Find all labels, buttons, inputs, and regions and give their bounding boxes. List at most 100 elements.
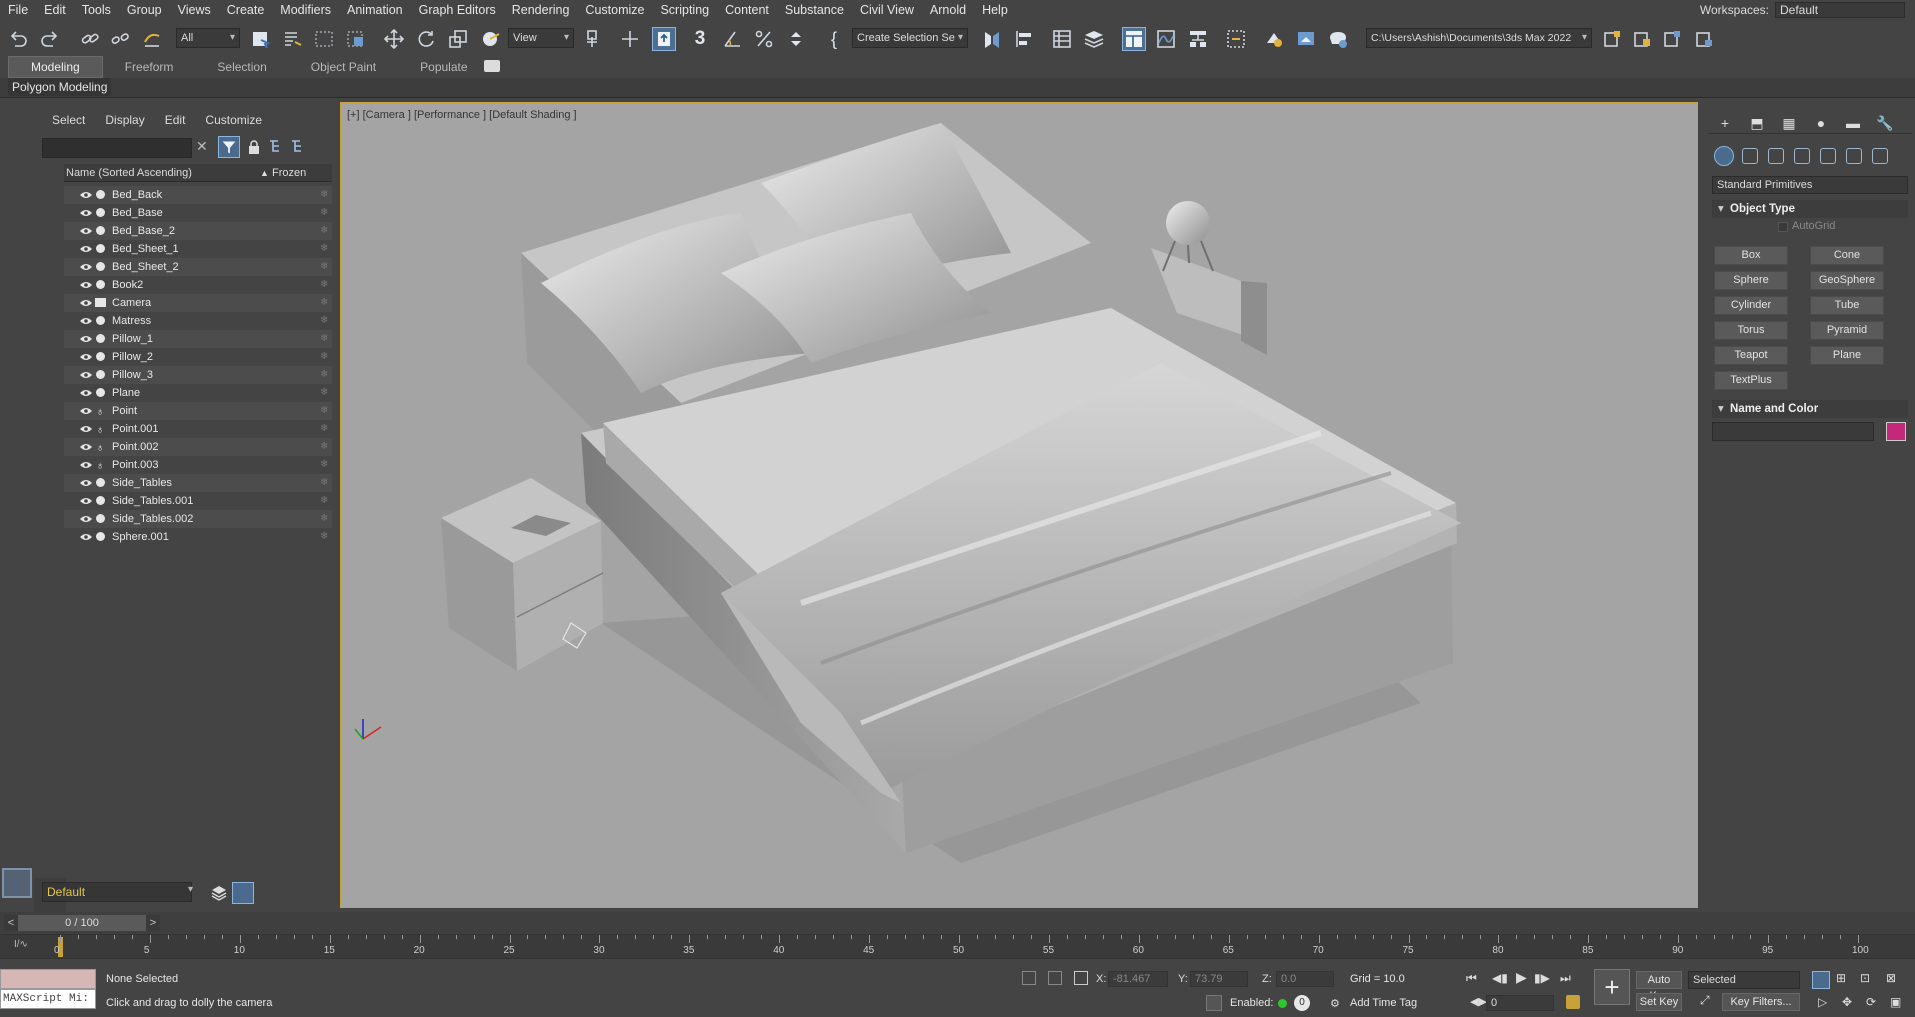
freeze-icon[interactable]: ❄ [320, 348, 328, 366]
go-to-end-icon[interactable]: ⏭ [1560, 971, 1571, 986]
current-frame-field[interactable]: 0 [1486, 995, 1554, 1011]
set-key-button[interactable]: Set Key [1636, 993, 1682, 1011]
frozen-column-header[interactable]: Frozen [272, 164, 306, 182]
visibility-eye-icon[interactable] [80, 443, 92, 451]
shapes-category-icon[interactable] [1742, 148, 1758, 164]
space-warps-category-icon[interactable] [1846, 148, 1862, 164]
adaptive-degradation-icon[interactable] [1206, 995, 1222, 1011]
freeze-icon[interactable]: ❄ [320, 366, 328, 384]
menu-animation[interactable]: Animation [339, 0, 411, 20]
visibility-eye-icon[interactable] [80, 263, 92, 271]
freeze-icon[interactable]: ❄ [320, 240, 328, 258]
toggle-scene-explorer-icon[interactable] [1050, 27, 1074, 51]
time-configuration-icon[interactable] [1566, 995, 1580, 1009]
add-time-tag[interactable]: Add Time Tag [1350, 997, 1417, 1009]
project-folder-icon[interactable] [1600, 27, 1624, 51]
create-tab-icon[interactable]: + [1716, 114, 1734, 132]
scene-object-row[interactable]: Bed_Base_2 ❄ [64, 222, 332, 240]
utilities-tab-icon[interactable]: 🔧 [1876, 114, 1894, 132]
scene-object-row[interactable]: Bed_Sheet_1 ❄ [64, 240, 332, 258]
freeze-icon[interactable]: ❄ [320, 186, 328, 204]
visibility-eye-icon[interactable] [80, 317, 92, 325]
scene-object-row[interactable]: Side_Tables.001 ❄ [64, 492, 332, 510]
menu-create[interactable]: Create [219, 0, 273, 20]
key-mode-toggle-icon[interactable]: ◀▶ [1470, 995, 1487, 1008]
next-frame-button[interactable]: > [146, 915, 160, 931]
freeze-icon[interactable]: ❄ [320, 276, 328, 294]
ribbon-tab-freeform[interactable]: Freeform [103, 57, 196, 77]
placement-icon[interactable] [478, 27, 502, 51]
maxscript-mini-listener[interactable]: MAXScript Mi: [0, 989, 96, 1009]
scene-object-row[interactable]: Book2 ❄ [64, 276, 332, 294]
auto-key-button[interactable]: Auto Key [1636, 971, 1682, 1002]
key-filters-button[interactable]: Key Filters... [1722, 993, 1800, 1011]
name-and-color-rollout[interactable]: Name and Color [1712, 400, 1908, 418]
layer-explorer-icon[interactable] [232, 882, 254, 904]
angle-snap-icon[interactable] [720, 27, 744, 51]
freeze-icon[interactable]: ❄ [320, 384, 328, 402]
menu-customize[interactable]: Customize [577, 0, 652, 20]
scene-object-row[interactable]: Bed_Base ❄ [64, 204, 332, 222]
scene-menu-customize[interactable]: Customize [195, 112, 272, 128]
plane-button[interactable]: Plane [1810, 346, 1884, 365]
timeline-track[interactable]: I/∿ 0 5 10 15 20 25 30 35 40 45 50 55 60 65 70 75 80 85 90… [0, 934, 1915, 958]
object-name-input[interactable] [1712, 422, 1874, 441]
menu-scripting[interactable]: Scripting [652, 0, 717, 20]
scene-object-row[interactable]: ♁ Point.001 ❄ [64, 420, 332, 438]
window-crossing-icon[interactable] [344, 27, 368, 51]
menu-help[interactable]: Help [974, 0, 1016, 20]
reference-coordinate-dropdown[interactable]: View [508, 28, 574, 48]
set-active-project-icon[interactable] [1660, 27, 1684, 51]
z-coordinate-field[interactable]: 0.0 [1276, 971, 1334, 987]
scene-object-row[interactable]: ♁ Point.002 ❄ [64, 438, 332, 456]
rectangular-selection-icon[interactable] [312, 27, 336, 51]
edit-named-selection-icon[interactable]: { [822, 27, 846, 51]
scene-object-row[interactable]: Pillow_1 ❄ [64, 330, 332, 348]
menu-substance[interactable]: Substance [777, 0, 852, 20]
ribbon-tab-populate[interactable]: Populate [398, 57, 489, 77]
helpers-category-icon[interactable] [1820, 148, 1836, 164]
visibility-eye-icon[interactable] [80, 209, 92, 217]
autogrid-checkbox[interactable] [1778, 222, 1788, 232]
display-tab-icon[interactable]: ▬ [1844, 114, 1862, 132]
systems-category-icon[interactable] [1872, 148, 1888, 164]
sort-hierarchy-icon[interactable] [268, 138, 284, 154]
field-of-view-icon[interactable]: ▷ [1818, 995, 1827, 1009]
previous-frame-button[interactable]: < [4, 915, 18, 931]
scene-menu-select[interactable]: Select [42, 112, 95, 128]
menu-file[interactable]: File [0, 0, 36, 20]
redo-icon[interactable] [38, 27, 62, 51]
cylinder-button[interactable]: Cylinder [1714, 296, 1788, 315]
ribbon-tab-selection[interactable]: Selection [195, 57, 288, 77]
visibility-eye-icon[interactable] [80, 191, 92, 199]
unlink-icon[interactable] [108, 27, 132, 51]
scene-object-row[interactable]: Bed_Sheet_2 ❄ [64, 258, 332, 276]
previous-key-icon[interactable]: ◀▮ [1492, 971, 1508, 985]
zoom-extents-all-icon[interactable]: ⊠ [1886, 971, 1896, 985]
time-slider[interactable]: < 0 / 100 > [0, 912, 1915, 934]
ribbon-tab-modeling[interactable]: Modeling [8, 56, 103, 78]
polygon-modeling-panel[interactable]: Polygon Modeling [8, 78, 112, 96]
scene-object-row[interactable]: Pillow_2 ❄ [64, 348, 332, 366]
camera-viewport[interactable]: [+] [Camera ] [Performance ] [Default Sh… [340, 102, 1698, 908]
scene-search-input[interactable] [42, 138, 192, 158]
scene-menu-edit[interactable]: Edit [155, 112, 196, 128]
pivot-point-center-icon[interactable] [582, 27, 606, 51]
zoom-extents-icon[interactable]: ⊡ [1860, 971, 1870, 985]
freeze-icon[interactable]: ❄ [320, 510, 328, 528]
rendered-frame-window-icon[interactable] [1294, 27, 1318, 51]
keyboard-shortcut-override-icon[interactable] [652, 27, 676, 51]
enabled-count[interactable]: 0 [1294, 995, 1310, 1011]
torus-button[interactable]: Torus [1714, 321, 1788, 340]
render-production-icon[interactable] [1326, 27, 1350, 51]
scene-object-row[interactable]: Plane ❄ [64, 384, 332, 402]
lock-icon[interactable] [248, 140, 260, 154]
visibility-eye-icon[interactable] [80, 407, 92, 415]
orbit-icon[interactable]: ⟳ [1866, 995, 1876, 1009]
isolate-selection-icon[interactable] [1022, 971, 1036, 985]
project-settings-icon[interactable] [1692, 27, 1716, 51]
menu-modifiers[interactable]: Modifiers [272, 0, 339, 20]
scene-menu-display[interactable]: Display [95, 112, 154, 128]
freeze-icon[interactable]: ❄ [320, 492, 328, 510]
freeze-icon[interactable]: ❄ [320, 438, 328, 456]
